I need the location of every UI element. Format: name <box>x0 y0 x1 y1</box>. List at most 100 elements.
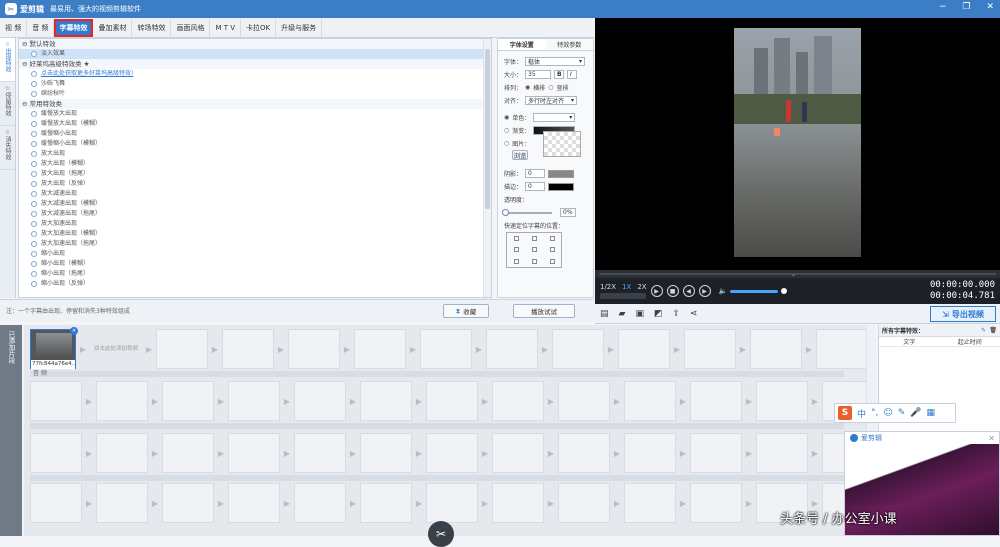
tab-mtv[interactable]: M T V <box>210 19 241 37</box>
border-color[interactable] <box>548 183 574 191</box>
playback-progress[interactable]: ⌄ <box>595 270 1000 278</box>
added-clips-tab[interactable]: 已添加片段 <box>0 325 22 536</box>
transition-arrow-icon[interactable]: ▶ <box>745 381 753 421</box>
transition-arrow-icon[interactable]: ▶ <box>349 381 357 421</box>
empty-clip-slot[interactable] <box>690 433 742 473</box>
empty-clip-slot[interactable] <box>228 381 280 421</box>
empty-clip-slot[interactable] <box>96 433 148 473</box>
empty-clip-slot[interactable] <box>156 329 208 369</box>
open-folder-icon[interactable]: ▰ <box>619 309 626 319</box>
position-cell[interactable] <box>532 247 537 252</box>
position-cell[interactable] <box>550 236 555 241</box>
speed-normal[interactable]: 1X <box>622 283 631 291</box>
effect-item[interactable]: 缤纷秋叶 <box>19 89 491 99</box>
tab-video[interactable]: 视 频 <box>0 19 27 37</box>
radio-icon[interactable] <box>31 181 37 187</box>
border-input[interactable]: 0 <box>525 182 545 191</box>
expand-icon[interactable]: ⌄ <box>791 271 803 277</box>
empty-clip-slot[interactable] <box>690 483 742 523</box>
effect-item[interactable]: 缓慢缩小出现（模糊） <box>19 139 491 149</box>
radio-icon[interactable] <box>31 231 37 237</box>
radio-icon[interactable] <box>31 281 37 287</box>
shadow-input[interactable]: 0 <box>525 169 545 178</box>
play-icon[interactable]: ▶ <box>651 285 663 297</box>
empty-clip-slot[interactable] <box>30 433 82 473</box>
bold-button[interactable]: B <box>554 70 564 79</box>
empty-clip-slot[interactable] <box>492 433 544 473</box>
transition-arrow-icon[interactable]: ▶ <box>475 329 483 369</box>
transition-arrow-icon[interactable]: ▶ <box>415 483 423 523</box>
effect-item[interactable]: 放大出现（反弹） <box>19 179 491 189</box>
tab-font-settings[interactable]: 字体设置 <box>498 39 546 50</box>
empty-clip-slot[interactable] <box>690 381 742 421</box>
effect-item[interactable]: 缩小出现（拖尾） <box>19 269 491 279</box>
transition-arrow-icon[interactable]: ▶ <box>79 329 87 369</box>
position-cell[interactable] <box>532 259 537 264</box>
effect-group-header[interactable]: ⊖ 常用特效类 <box>19 99 491 109</box>
empty-clip-slot[interactable] <box>222 329 274 369</box>
align-select[interactable]: 多行时左对齐▾ <box>525 96 577 105</box>
download-icon[interactable] <box>31 71 37 77</box>
radio-icon[interactable] <box>31 261 37 267</box>
transition-arrow-icon[interactable]: ▶ <box>613 433 621 473</box>
radio-icon[interactable] <box>31 91 37 97</box>
volume-handle[interactable] <box>781 288 787 294</box>
transition-arrow-icon[interactable]: ▶ <box>211 329 219 369</box>
tab-overlay[interactable]: 叠加素材 <box>93 19 132 37</box>
transition-arrow-icon[interactable]: ▶ <box>283 433 291 473</box>
empty-clip-slot[interactable] <box>624 381 676 421</box>
tab-styles[interactable]: 画面风格 <box>171 19 210 37</box>
empty-clip-slot[interactable] <box>756 381 808 421</box>
solid-color-select[interactable]: ▾ <box>533 113 575 122</box>
empty-clip-slot[interactable] <box>354 329 406 369</box>
next-frame-icon[interactable]: ▶ <box>699 285 711 297</box>
transition-arrow-icon[interactable]: ▶ <box>409 329 417 369</box>
transition-arrow-icon[interactable]: ▶ <box>85 433 93 473</box>
radio-icon[interactable] <box>31 201 37 207</box>
empty-clip-slot[interactable] <box>162 483 214 523</box>
transition-arrow-icon[interactable]: ▶ <box>277 329 285 369</box>
font-select[interactable]: 楷体▾ <box>525 57 585 66</box>
empty-clip-slot[interactable] <box>624 483 676 523</box>
transition-arrow-icon[interactable]: ▶ <box>541 329 549 369</box>
empty-clip-slot[interactable] <box>294 433 346 473</box>
radio-icon[interactable] <box>31 161 37 167</box>
radio-icon[interactable] <box>31 81 37 87</box>
transition-arrow-icon[interactable]: ▶ <box>547 433 555 473</box>
volume-slider[interactable] <box>730 290 778 293</box>
ime-pen-icon[interactable]: ✎ <box>898 408 906 418</box>
radio-icon[interactable] <box>31 131 37 137</box>
transition-arrow-icon[interactable]: ▶ <box>151 483 159 523</box>
transition-arrow-icon[interactable]: ▶ <box>145 329 153 369</box>
transition-arrow-icon[interactable]: ▶ <box>811 381 819 421</box>
transition-arrow-icon[interactable]: ▶ <box>343 329 351 369</box>
italic-button[interactable]: I <box>567 70 577 79</box>
empty-clip-slot[interactable] <box>420 329 472 369</box>
upload-icon[interactable]: ⇪ <box>672 309 680 319</box>
size-input[interactable]: 35 <box>525 70 551 79</box>
position-cell[interactable] <box>514 247 519 252</box>
radio-icon[interactable] <box>31 51 37 57</box>
effect-item[interactable]: 放大出现（模糊） <box>19 159 491 169</box>
effect-item[interactable]: 放大加速出现（拖尾） <box>19 239 491 249</box>
empty-clip-slot[interactable] <box>492 483 544 523</box>
remove-clip-icon[interactable]: ✕ <box>70 327 78 335</box>
minimize-icon[interactable]: − <box>939 2 947 12</box>
empty-clip-slot[interactable] <box>552 329 604 369</box>
ime-chinese-icon[interactable]: 中 <box>857 407 866 420</box>
save-as-icon[interactable]: ◩ <box>654 309 663 319</box>
empty-clip-slot[interactable] <box>228 433 280 473</box>
effect-group-header[interactable]: ⊖ 好莱坞高级特效类 ★ <box>19 59 491 69</box>
transition-arrow-icon[interactable]: ▶ <box>85 483 93 523</box>
radio-icon[interactable] <box>31 251 37 257</box>
position-cell[interactable] <box>532 236 537 241</box>
transition-arrow-icon[interactable]: ▶ <box>415 433 423 473</box>
tab-transitions[interactable]: 转场特效 <box>132 19 171 37</box>
effect-item[interactable]: 缩小出现（反弹） <box>19 279 491 289</box>
shadow-color[interactable] <box>548 170 574 178</box>
radio-icon[interactable] <box>31 241 37 247</box>
radio-icon[interactable] <box>31 151 37 157</box>
effect-item[interactable]: 放大减速出现（模糊） <box>19 199 491 209</box>
tab-subtitle-effects[interactable]: 字幕特效 <box>54 19 93 37</box>
effect-item[interactable]: 放大减速出现 <box>19 189 491 199</box>
